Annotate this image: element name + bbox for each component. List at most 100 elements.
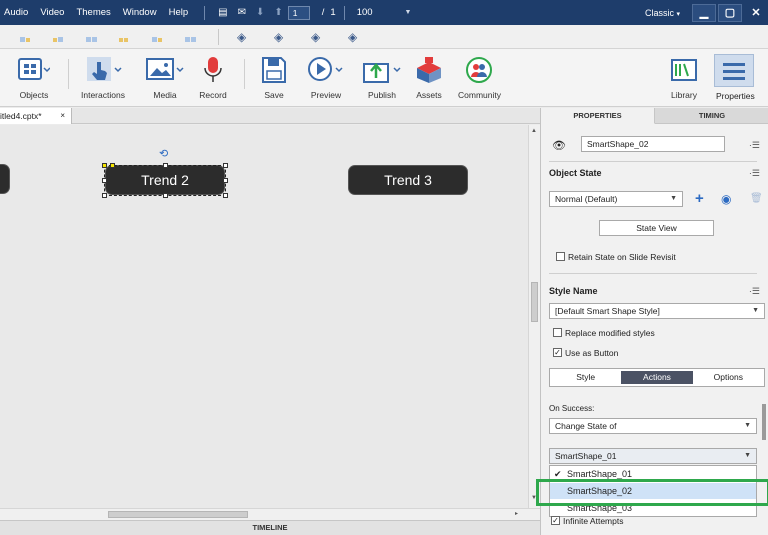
close-tab-icon[interactable]: × (60, 108, 65, 124)
document-tab-label: itled4.cptx* (0, 111, 42, 121)
panel-scrollbar[interactable] (761, 398, 767, 535)
scroll-thumb[interactable] (108, 511, 248, 518)
smart-shape-trend-1[interactable]: 2 (0, 164, 10, 194)
rotate-handle-icon[interactable]: ⟲ (159, 147, 168, 160)
menu-help[interactable]: Help (169, 7, 189, 18)
style-actions-options-switch: Style Actions Options (549, 368, 765, 387)
tab-actions[interactable]: Actions (621, 371, 693, 384)
menu-video[interactable]: Video (40, 7, 64, 18)
on-success-select[interactable]: Change State of ▼ (549, 418, 757, 434)
properties-label: Properties (716, 91, 755, 101)
bring-to-front-icon[interactable]: ◈ (311, 31, 323, 43)
replace-styles-checkbox[interactable] (553, 328, 562, 337)
panel-menu-icon[interactable]: ·☰ (749, 140, 760, 151)
arrow-down-icon[interactable]: ⬇ (256, 7, 264, 18)
menu-audio[interactable]: Audio (4, 7, 28, 18)
on-success-label: On Success: (549, 404, 595, 413)
publish-button[interactable]: Publish (362, 55, 402, 100)
interactions-button[interactable]: Interactions (81, 55, 125, 100)
objects-button[interactable]: Objects (18, 55, 50, 100)
selection-handle[interactable] (102, 193, 107, 198)
comment-icon[interactable]: ▤ (218, 7, 227, 18)
align-left-icon[interactable] (20, 32, 32, 42)
tab-properties[interactable]: PROPERTIES (541, 108, 655, 124)
arrow-up-icon[interactable]: ⬆ (274, 7, 282, 18)
media-button[interactable]: Media (145, 55, 185, 100)
scroll-up-icon[interactable]: ▲ (531, 128, 537, 134)
toolbar-separator (244, 59, 245, 89)
timeline-bar[interactable]: TIMELINE (0, 520, 540, 535)
zoom-value[interactable]: 100 (357, 7, 373, 18)
state-refresh-icon[interactable]: ◉ (721, 192, 731, 206)
publish-icon (362, 55, 402, 85)
microphone-icon (199, 55, 227, 85)
state-view-button[interactable]: State View (599, 220, 714, 236)
selection-handle[interactable] (102, 178, 107, 183)
assets-button[interactable]: Assets (413, 55, 445, 100)
stage-vertical-scrollbar[interactable]: ▲ ▼ (528, 125, 540, 508)
properties-panel: PROPERTIES TIMING 👁 SmartShape_02 ·☰ Obj… (540, 108, 768, 535)
preview-button[interactable]: Preview (307, 55, 345, 100)
library-button[interactable]: Library (670, 55, 698, 100)
stage-horizontal-scrollbar[interactable]: ▸ (0, 508, 540, 520)
properties-button[interactable] (714, 54, 754, 87)
objects-icon (18, 55, 50, 85)
align-center-icon[interactable] (53, 32, 65, 42)
align-middle-icon[interactable] (152, 32, 164, 42)
tab-timing[interactable]: TIMING (655, 108, 768, 124)
community-button[interactable]: Community (458, 55, 501, 100)
scroll-right-icon[interactable]: ▸ (515, 510, 518, 517)
zoom-dropdown-icon[interactable]: ▼ (405, 9, 412, 16)
document-tab[interactable]: itled4.cptx* × (0, 108, 72, 124)
align-bottom-icon[interactable] (185, 32, 197, 42)
page-total: 1 (330, 7, 336, 18)
smart-shape-trend-3[interactable]: Trend 3 (348, 165, 468, 195)
scroll-thumb[interactable] (531, 282, 538, 322)
media-icon (145, 55, 185, 85)
target-shape-select[interactable]: SmartShape_01 ▼ (549, 448, 757, 464)
window-controls: Classic ▾ ▁ ▢ ✕ (645, 0, 768, 25)
tab-style[interactable]: Style (550, 369, 621, 386)
style-menu-icon[interactable]: ·☰ (749, 286, 760, 297)
bring-forward-icon[interactable]: ◈ (237, 31, 249, 43)
selection-handle[interactable] (223, 178, 228, 183)
stage-canvas[interactable]: 2 Trend 2 ⟲ Trend 3 (0, 125, 528, 508)
scroll-thumb[interactable] (762, 404, 766, 440)
selection-handle[interactable] (110, 163, 115, 168)
align-right-icon[interactable] (86, 32, 98, 42)
object-state-menu-icon[interactable]: ·☰ (749, 168, 760, 179)
style-select[interactable]: [Default Smart Shape Style] ▼ (549, 303, 765, 319)
maximize-icon[interactable]: ▢ (718, 3, 742, 22)
retain-state-checkbox[interactable] (556, 252, 565, 261)
align-top-icon[interactable] (119, 32, 131, 42)
send-backward-icon[interactable]: ◈ (274, 31, 286, 43)
tab-options[interactable]: Options (693, 369, 764, 386)
community-icon (465, 55, 493, 85)
selection-handle[interactable] (163, 163, 168, 168)
selection-handle[interactable] (163, 193, 168, 198)
selection-handle[interactable] (223, 163, 228, 168)
mail-icon[interactable]: ✉ (238, 7, 246, 18)
menu-themes[interactable]: Themes (76, 7, 110, 18)
use-as-button-checkbox[interactable]: ✓ (553, 348, 562, 357)
close-icon[interactable]: ✕ (744, 4, 768, 22)
save-button[interactable]: Save (261, 55, 287, 100)
selection-handle[interactable] (102, 163, 107, 168)
selection-handle[interactable] (223, 193, 228, 198)
state-select[interactable]: Normal (Default) ▼ (549, 191, 683, 207)
send-to-back-icon[interactable]: ◈ (348, 31, 360, 43)
minimize-icon[interactable]: ▁ (692, 3, 716, 22)
add-state-icon[interactable]: + (695, 190, 704, 207)
page-current-input[interactable]: 1 (287, 5, 310, 20)
page-separator: / (321, 7, 325, 18)
infinite-attempts-checkbox[interactable]: ✓ (551, 516, 560, 525)
delete-state-icon[interactable]: 🗑 (750, 193, 763, 204)
menu-separator-2 (343, 5, 345, 20)
object-name-field[interactable]: SmartShape_02 (581, 136, 725, 152)
main-toolbar: Objects Interactions Media Record Save P… (0, 49, 768, 107)
chevron-down-icon: ▼ (670, 195, 677, 202)
record-button[interactable]: Record (199, 55, 227, 100)
visibility-eye-icon[interactable]: 👁 (552, 139, 566, 152)
menu-window[interactable]: Window (123, 7, 157, 18)
workspace-switcher[interactable]: Classic ▾ (645, 8, 680, 18)
